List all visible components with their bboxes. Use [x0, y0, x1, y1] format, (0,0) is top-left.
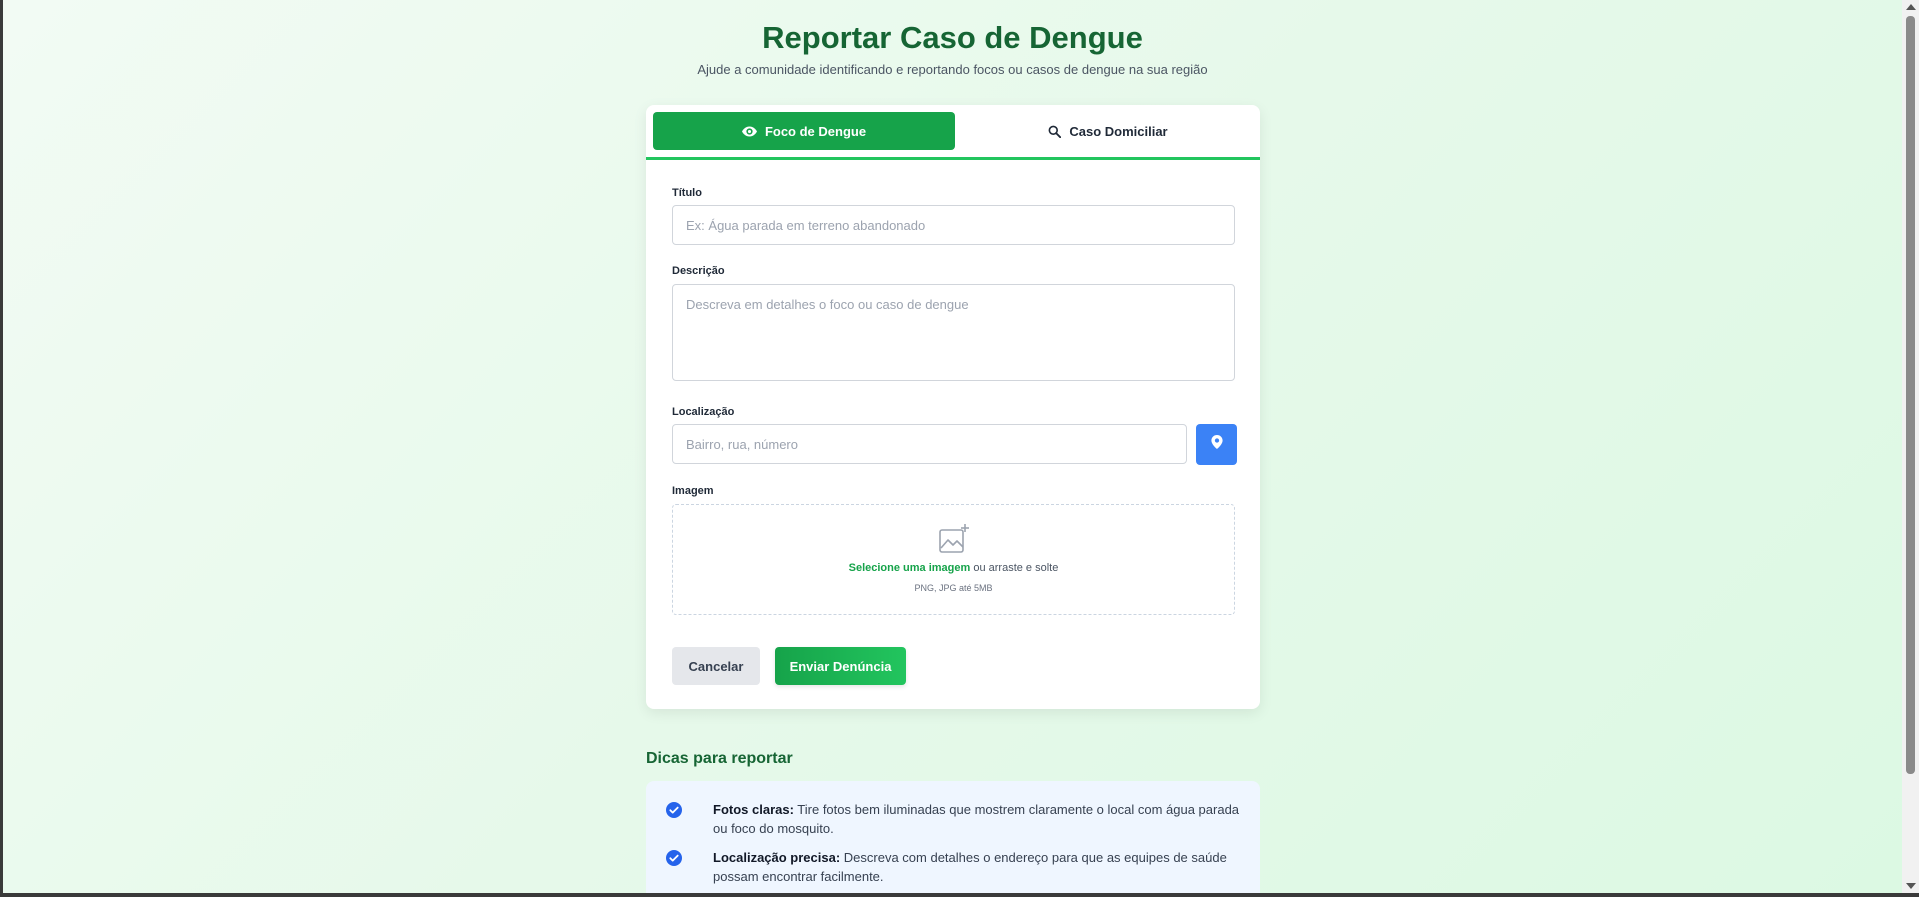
- title-label: Título: [672, 187, 702, 199]
- use-location-button[interactable]: [1196, 424, 1237, 465]
- description-textarea[interactable]: [672, 284, 1235, 381]
- scroll-up-arrow-icon[interactable]: [1906, 4, 1916, 10]
- tips-title: Dicas para reportar: [646, 750, 793, 767]
- tips-box: Fotos claras: Tire fotos bem iluminadas …: [646, 781, 1260, 893]
- tip-heading: Fotos claras:: [713, 802, 794, 817]
- tip-heading: Localização precisa:: [713, 850, 841, 865]
- check-circle-icon: [666, 850, 682, 871]
- description-label: Descrição: [672, 265, 725, 277]
- add-image-icon: [938, 523, 970, 560]
- image-dropzone[interactable]: Selecione uma imagem ou arraste e solte …: [672, 504, 1235, 615]
- report-type-tabs: Foco de Dengue Caso Domiciliar: [646, 105, 1260, 160]
- image-label: Imagem: [672, 485, 714, 497]
- scroll-down-arrow-icon[interactable]: [1906, 883, 1916, 889]
- report-form-card: Foco de Dengue Caso Domiciliar Título De…: [646, 105, 1260, 709]
- vertical-scrollbar[interactable]: [1902, 0, 1919, 893]
- check-circle-icon: [666, 802, 682, 823]
- tab-foco-de-dengue[interactable]: Foco de Dengue: [653, 112, 955, 150]
- image-format-hint: PNG, JPG até 5MB: [914, 583, 993, 593]
- tab-caso-domiciliar[interactable]: Caso Domiciliar: [957, 112, 1259, 150]
- window-bottom-border: [0, 893, 1919, 897]
- drag-drop-text: ou arraste e solte: [970, 562, 1059, 574]
- scrollbar-thumb[interactable]: [1906, 16, 1915, 774]
- eye-icon: [741, 126, 757, 137]
- tab-label: Caso Domiciliar: [1069, 123, 1168, 139]
- location-label: Localização: [672, 406, 735, 418]
- map-pin-icon: [1210, 435, 1223, 454]
- page-title: Reportar Caso de Dengue: [762, 20, 1143, 55]
- select-image-link[interactable]: Selecione uma imagem: [849, 562, 971, 574]
- title-input[interactable]: [672, 205, 1235, 245]
- submit-report-button[interactable]: Enviar Denúncia: [775, 647, 906, 685]
- search-icon: [1048, 125, 1062, 138]
- page-viewport: Reportar Caso de Dengue Ajude a comunida…: [3, 0, 1902, 893]
- cancel-button[interactable]: Cancelar: [672, 647, 760, 685]
- tab-label: Foco de Dengue: [764, 123, 867, 139]
- location-input[interactable]: [672, 424, 1187, 464]
- dropzone-text: Selecione uma imagem ou arraste e solte: [673, 562, 1234, 574]
- page-subtitle: Ajude a comunidade identificando e repor…: [697, 62, 1208, 77]
